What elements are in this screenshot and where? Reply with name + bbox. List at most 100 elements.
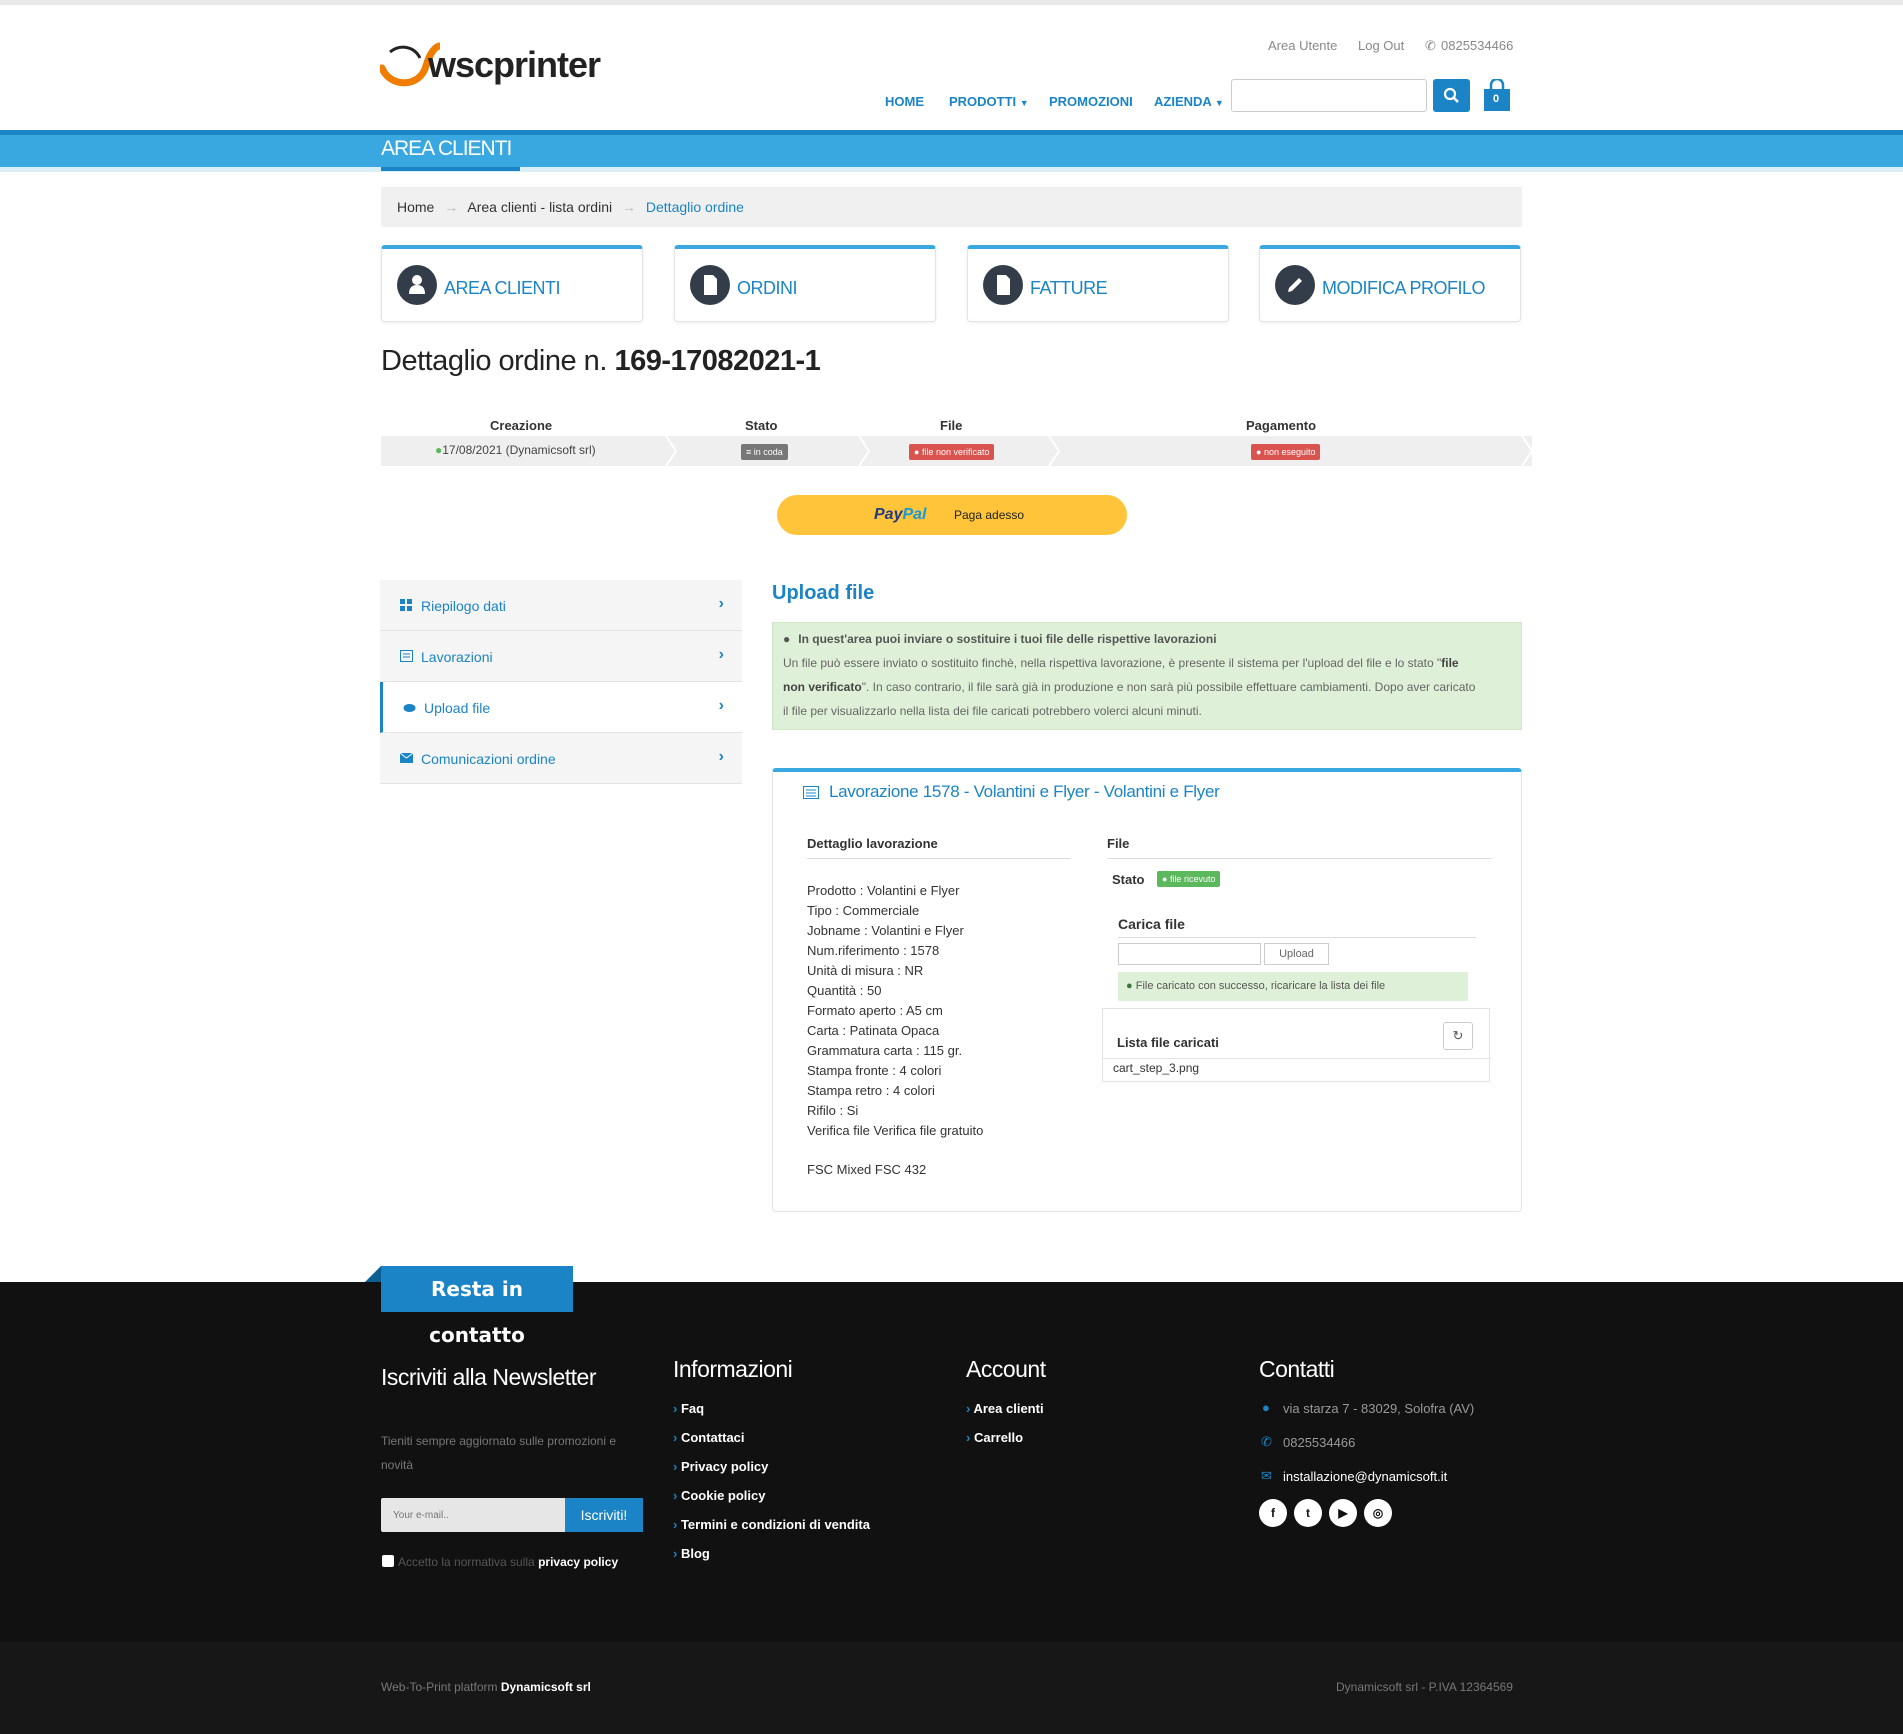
chevron-right-icon: › [718,646,724,663]
footer-link-privacy[interactable]: Privacy policy [673,1459,768,1474]
divider [1118,937,1476,938]
phone-icon: ✆ [1425,38,1436,53]
detail-item: Jobname : Volantini e Flyer [807,923,964,938]
phone-icon: ✆ [1261,1434,1272,1449]
sidebar-item-label: Riepilogo dati [421,598,506,614]
sidebar-item-riepilogo[interactable]: Riepilogo dati › [380,580,742,631]
divider [1103,1058,1491,1059]
refresh-button[interactable]: ↻ [1443,1022,1473,1050]
account-title: Account [966,1356,1046,1382]
footer-link-contattaci[interactable]: Contattaci [673,1430,745,1445]
info-text-3: il file per visualizzarlo nella lista de… [783,704,1202,718]
nav-azienda[interactable]: AZIENDA ▼ [1154,94,1224,109]
section-title-underline [381,167,520,171]
newsletter-text: Tieniti sempre aggiornato sulle promozio… [381,1434,617,1448]
search-button[interactable] [1433,79,1470,112]
pencil-icon [1275,265,1315,305]
nav-prodotti[interactable]: PRODOTTI ▼ [949,94,1029,109]
user-icon [397,265,437,305]
detail-item: Prodotto : Volantini e Flyer [807,883,960,898]
arrow-right-icon: → [444,199,459,215]
footer-tab-corner [365,1266,381,1282]
file-status-text: file non verificato [921,447,990,457]
carica-file-heading: Carica file [1118,916,1185,932]
footer-link-carrello[interactable]: Carrello [966,1430,1023,1445]
header-phone: 0825534466 [1441,38,1514,53]
fsc-info: FSC Mixed FSC 432 [807,1162,927,1177]
breadcrumb-home[interactable]: Home [397,199,434,215]
detail-item: Unità di misura : NR [807,963,924,978]
detail-item: Formato aperto : A5 cm [807,1003,943,1018]
footer-link-area-clienti[interactable]: Area clienti [966,1401,1043,1416]
sidebar-item-label: Lavorazioni [421,649,493,665]
privacy-label: Accetto la normativa sulla privacy polic… [398,1555,618,1569]
sidebar-item-label: Upload file [424,700,491,716]
site-header: wscprinter Area Utente Log Out ✆ 0825534… [0,5,1903,130]
contact-email[interactable]: installazione@dynamicsoft.it [1283,1469,1447,1484]
card-label: FATTURE [1030,278,1108,298]
logout-link[interactable]: Log Out [1358,38,1404,53]
envelope-icon: ✉ [1261,1468,1272,1483]
footer-link-termini[interactable]: Termini e condizioni di vendita [673,1517,870,1532]
platform-brand-link[interactable]: Dynamicsoft srl [501,1680,591,1694]
search-input[interactable] [1231,79,1427,112]
paypal-logo: PayPal [874,506,926,524]
twitter-icon[interactable]: t [1294,1499,1322,1527]
paypal-button[interactable]: PayPal Paga adesso [777,495,1127,535]
site-logo[interactable]: wscprinter [380,38,605,90]
card-fatture[interactable]: FATTURE [967,245,1229,322]
dettaglio-heading: Dettaglio lavorazione [807,836,938,851]
sidebar-item-upload-file[interactable]: Upload file › [380,682,742,733]
detail-item: Quantità : 50 [807,983,882,998]
chevron-right-icon: › [718,697,724,714]
sidebar-item-lavorazioni[interactable]: Lavorazioni › [380,631,742,682]
file-input[interactable] [1118,943,1261,965]
breadcrumb: Home → Area clienti - lista ordini → Det… [381,187,1522,227]
footer-vat: Dynamicsoft srl - P.IVA 12364569 [1336,1680,1513,1694]
upload-button[interactable]: Upload [1264,943,1329,965]
cart-count: 0 [1493,93,1500,105]
breadcrumb-current: Dettaglio ordine [645,199,744,215]
sidebar-item-comunicazioni[interactable]: Comunicazioni ordine › [380,733,742,784]
footer-link-faq[interactable]: Faq [673,1401,704,1416]
nav-promozioni[interactable]: PROMOZIONI [1049,94,1133,109]
card-area-clienti[interactable]: AREA CLIENTI [381,245,643,322]
step-header-creazione: Creazione [490,418,553,433]
cloud-upload-icon [403,704,416,712]
upload-title: Upload file [772,582,875,604]
card-modifica-profilo[interactable]: MODIFICA PROFILO [1259,245,1521,322]
facebook-icon[interactable]: f [1259,1499,1287,1527]
caret-down-icon: ▼ [1214,98,1224,108]
youtube-icon[interactable]: ▶ [1329,1499,1357,1527]
file-ricevuto-badge: ● file ricevuto [1157,871,1221,887]
section-bar [0,130,1903,167]
privacy-link[interactable]: privacy policy [538,1555,618,1569]
detail-list: Prodotto : Volantini e Flyer Tipo : Comme… [807,881,1087,1141]
breadcrumb-order-list[interactable]: Area clienti - lista ordini [467,199,612,215]
nav-azienda-label: AZIENDA [1154,94,1212,109]
chevron-right-icon: › [718,595,724,612]
caret-down-icon: ▼ [1019,98,1029,108]
area-utente-link[interactable]: Area Utente [1268,38,1337,53]
instagram-icon[interactable]: ◎ [1364,1499,1392,1527]
step-header-stato: Stato [745,418,778,433]
detail-item: Rifilo : Si [807,1103,859,1118]
step-header-pagamento: Pagamento [1246,418,1317,433]
card-label: AREA CLIENTI [444,278,561,298]
detail-item: Num.riferimento : 1578 [807,943,940,958]
card-label: MODIFICA PROFILO [1322,278,1486,298]
card-label: ORDINI [737,278,798,298]
footer-platform-text: Web-To-Print platform Dynamicsoft srl [381,1680,591,1694]
detail-item: Stampa fronte : 4 colori [807,1063,942,1078]
nav-home[interactable]: HOME [885,94,924,109]
privacy-checkbox[interactable] [382,1555,394,1567]
card-ordini[interactable]: ORDINI [674,245,936,322]
step-creazione-value: ●17/08/2021 (Dynamicsoft srl) [435,443,596,457]
footer-link-blog[interactable]: Blog [673,1546,710,1561]
subscribe-button[interactable]: Iscriviti! [565,1498,643,1532]
search-icon [1443,87,1459,103]
newsletter-email-input[interactable] [381,1498,565,1532]
uploaded-file-item[interactable]: cart_step_3.png [1113,1061,1199,1075]
cart-button[interactable]: 0 [1481,77,1513,113]
footer-link-cookie[interactable]: Cookie policy [673,1488,766,1503]
